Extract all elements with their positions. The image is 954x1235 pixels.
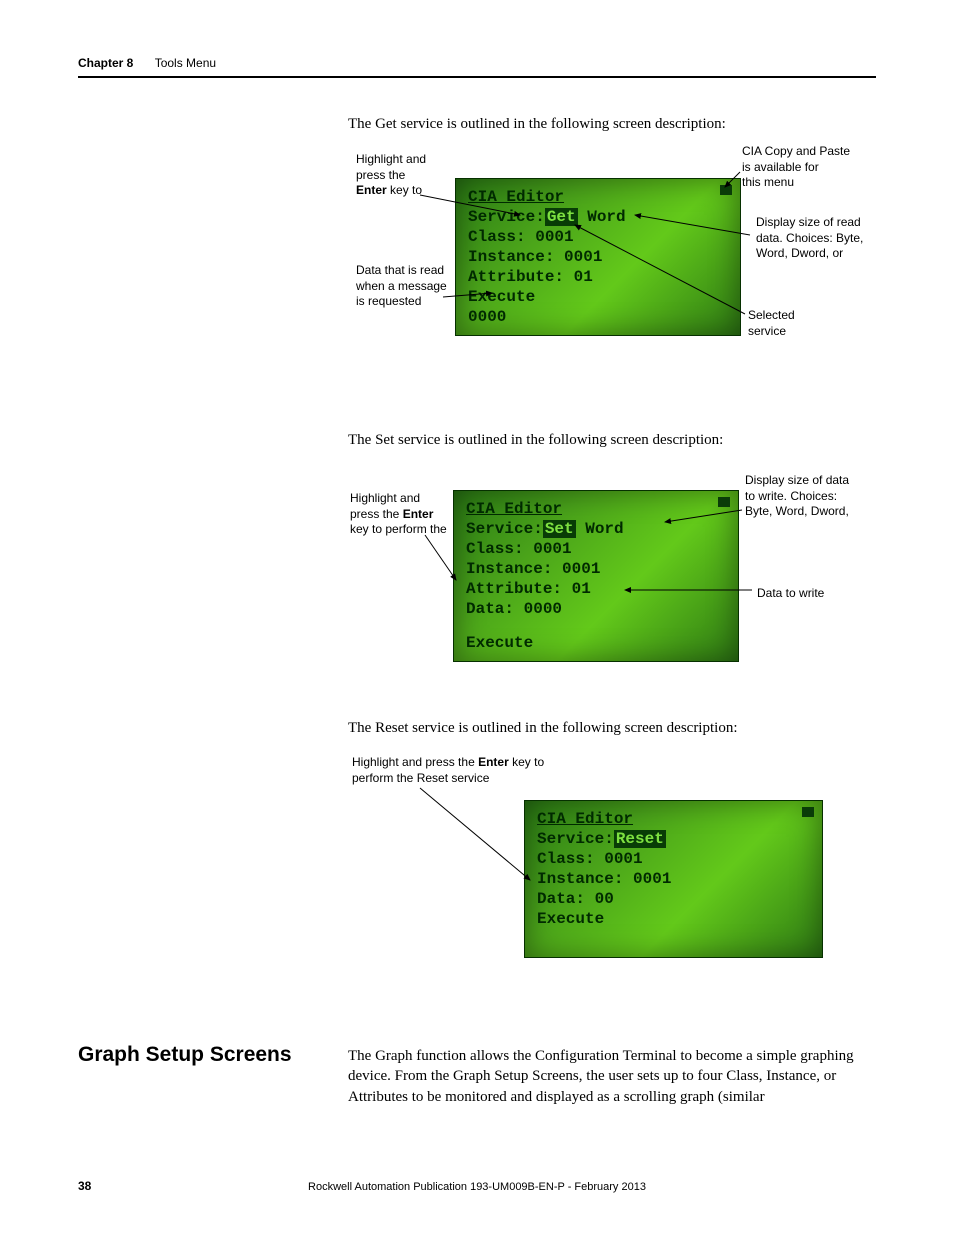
lcd-title: CIA Editor: [466, 499, 726, 519]
reset-ann-highlight: Highlight and press the Enter key to per…: [352, 755, 552, 786]
lcd-line-execute: Execute: [468, 287, 728, 307]
lcd-title: CIA Editor: [537, 809, 810, 829]
lcd-highlight: Set: [543, 520, 576, 538]
get-ann-highlight: Highlight and press the Enter key to: [356, 152, 451, 199]
lcd-line-execute: Execute: [466, 633, 726, 653]
set-lcd-figure: CIA Editor Service:Set Word Class: 0001 …: [453, 490, 739, 662]
graph-body-text: The Graph function allows the Configurat…: [348, 1046, 858, 1107]
battery-icon: [802, 807, 814, 817]
set-intro: The Set service is outlined in the follo…: [348, 432, 723, 449]
reset-lcd: CIA Editor Service:Reset Class: 0001 Ins…: [524, 800, 823, 958]
lcd-line-instance: Instance: 0001: [466, 559, 726, 579]
set-ann-display-size: Display size of data to write. Choices: …: [745, 473, 865, 520]
lcd-line-execute: Execute: [537, 909, 810, 929]
chapter-label: Chapter 8: [78, 56, 133, 70]
get-ann-data-read: Data that is read when a message is requ…: [356, 263, 456, 310]
reset-intro: The Reset service is outlined in the fol…: [348, 720, 737, 737]
get-ann-copy-paste: CIA Copy and Paste is available for this…: [742, 144, 862, 191]
graph-section-title: Graph Setup Screens: [78, 1043, 292, 1067]
publication-footer: Rockwell Automation Publication 193-UM00…: [78, 1181, 876, 1193]
section-label: Tools Menu: [155, 56, 216, 70]
page-header: Chapter 8 Tools Menu: [78, 56, 876, 78]
lcd-line-data: Data: 00: [537, 889, 810, 909]
get-lcd: CIA Editor Service:Get Word Class: 0001 …: [455, 178, 741, 336]
get-ann-selected-service: Selected service: [748, 308, 848, 339]
set-ann-data-write: Data to write: [757, 586, 877, 602]
lcd-line-service: Service:Get Word: [468, 207, 728, 227]
lcd-highlight: Get: [545, 208, 578, 226]
lcd-line-attribute: Attribute: 01: [468, 267, 728, 287]
lcd-line-class: Class: 0001: [468, 227, 728, 247]
lcd-line-service: Service:Reset: [537, 829, 810, 849]
lcd-title: CIA Editor: [468, 187, 728, 207]
set-ann-highlight: Highlight and press the Enter key to per…: [350, 491, 460, 538]
set-lcd: CIA Editor Service:Set Word Class: 0001 …: [453, 490, 739, 662]
lcd-line-class: Class: 0001: [466, 539, 726, 559]
battery-icon: [718, 497, 730, 507]
get-ann-display-size: Display size of read data. Choices: Byte…: [756, 215, 876, 262]
lcd-line-instance: Instance: 0001: [468, 247, 728, 267]
lcd-line-data: 0000: [468, 307, 728, 327]
lcd-line-instance: Instance: 0001: [537, 869, 810, 889]
lcd-highlight: Reset: [614, 830, 666, 848]
reset-lcd-figure: CIA Editor Service:Reset Class: 0001 Ins…: [524, 800, 823, 958]
lcd-line-data: Data: 0000: [466, 599, 726, 619]
lcd-line-service: Service:Set Word: [466, 519, 726, 539]
lcd-line-class: Class: 0001: [537, 849, 810, 869]
lcd-line-attribute: Attribute: 01: [466, 579, 726, 599]
get-intro: The Get service is outlined in the follo…: [348, 116, 726, 133]
get-lcd-figure: CIA Editor Service:Get Word Class: 0001 …: [455, 178, 741, 336]
battery-icon: [720, 185, 732, 195]
